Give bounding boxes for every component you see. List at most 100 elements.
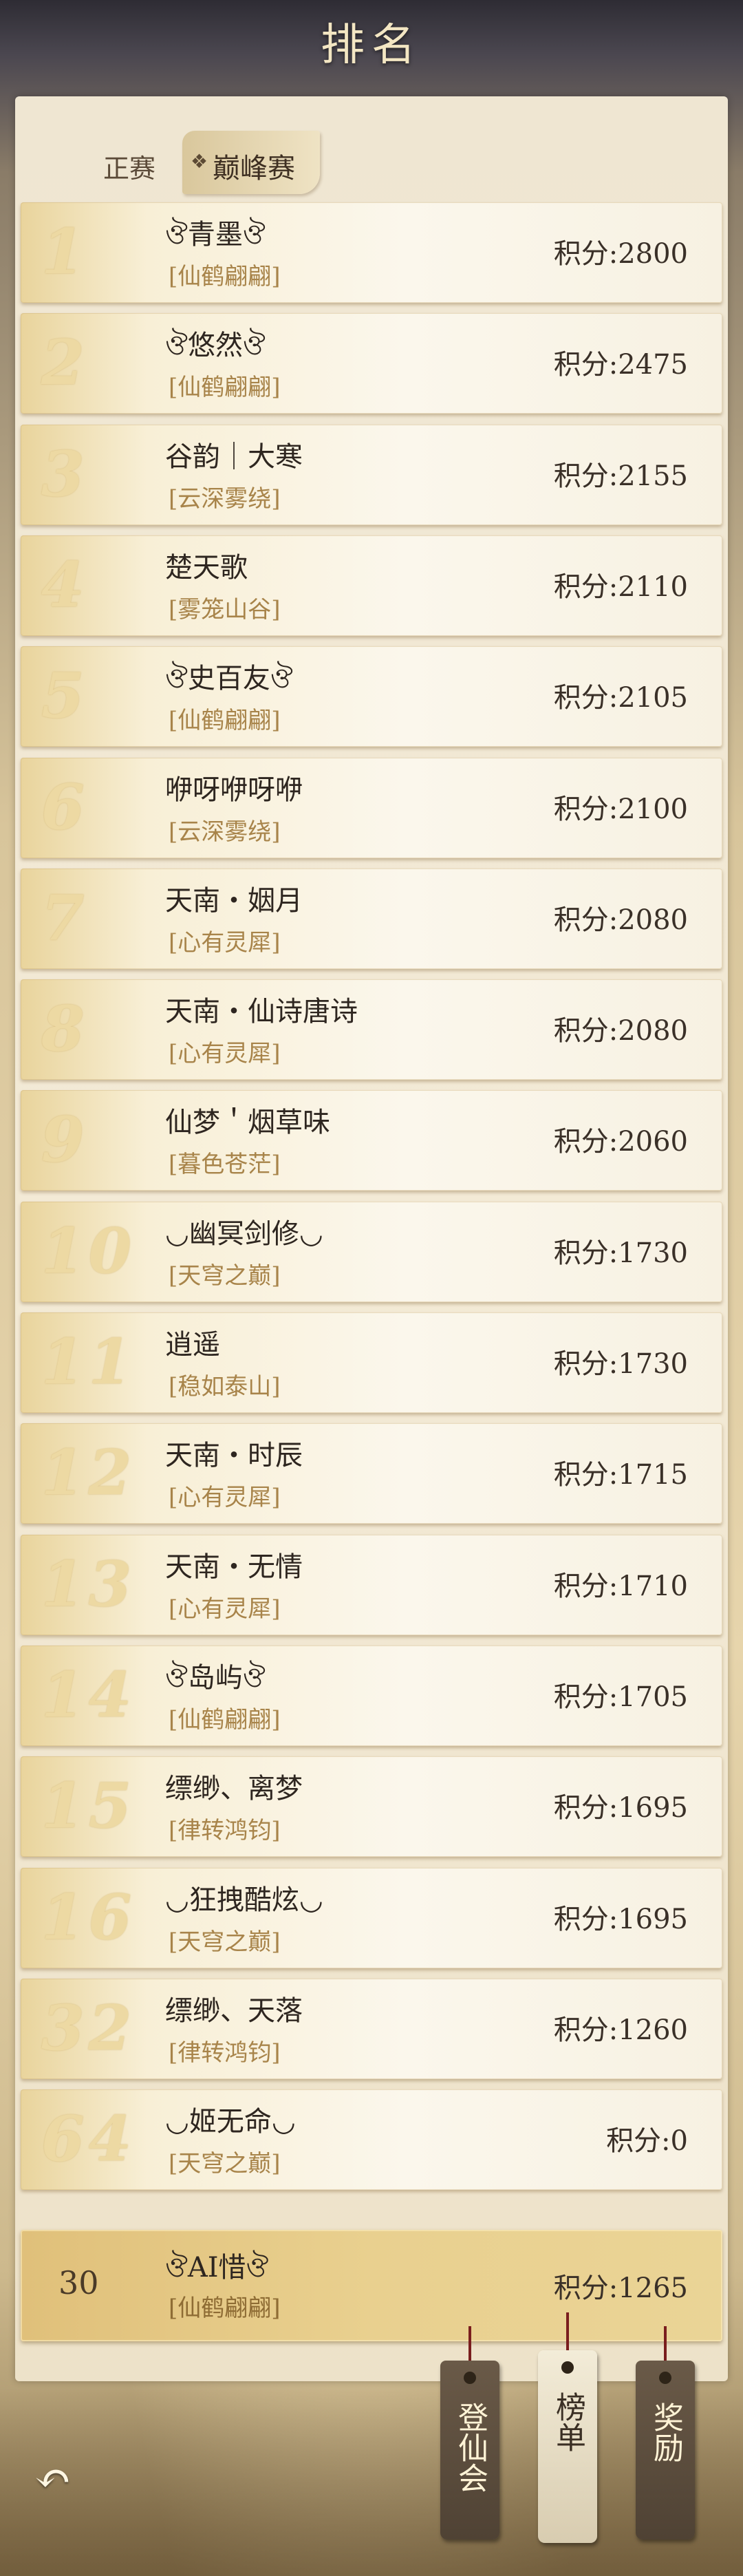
ranking-row[interactable]: 1 ঔ青墨ঔ [仙鹤翩翩] 积分:2800	[21, 202, 722, 303]
player-score: 积分:2060	[553, 1126, 688, 1158]
rank-number: 2	[41, 326, 89, 400]
my-score: 积分:1265	[553, 2272, 688, 2304]
player-name: 天南・仙诗唐诗	[165, 996, 358, 1028]
player-score: 积分:2080	[553, 904, 688, 936]
guild-name: [稳如泰山]	[169, 1373, 281, 1401]
ranking-row[interactable]: 2 ঔ悠然ঔ [仙鹤翩翩] 积分:2475	[21, 313, 722, 414]
guild-name: [仙鹤翩翩]	[169, 707, 281, 735]
page-title: 排名	[321, 20, 422, 71]
rank-number: 13	[41, 1547, 136, 1621]
player-name: 咿呀咿呀咿	[165, 774, 303, 806]
rank-number: 32	[41, 1991, 136, 2065]
guild-name: [天穹之巅]	[169, 1928, 281, 1956]
ranking-row[interactable]: 11 逍遥 [稳如泰山] 积分:1730	[21, 1312, 722, 1413]
ranking-row[interactable]: 8 天南・仙诗唐诗 [心有灵犀] 积分:2080	[21, 979, 722, 1081]
tag-jiangli-label: 奖励	[648, 2402, 683, 2462]
tag-hole	[659, 2372, 671, 2384]
ranking-row[interactable]: 6 咿呀咿呀咿 [云深雾绕] 积分:2100	[21, 757, 722, 858]
ranking-row[interactable]: 12 天南・时辰 [心有灵犀] 积分:1715	[21, 1423, 722, 1524]
guild-name: [律转鸿钧]	[169, 1817, 281, 1845]
player-score: 积分:1705	[553, 1681, 688, 1713]
diamond-icon: ❖	[191, 150, 208, 173]
rank-number: 5	[41, 659, 89, 733]
player-name: 逍遥	[165, 1329, 220, 1361]
ranking-row[interactable]: 16 ◡狂拽酷炫◡ [天穹之巅] 积分:1695	[21, 1867, 722, 1968]
player-score: 积分:1260	[553, 2014, 688, 2046]
player-score: 积分:1730	[553, 1348, 688, 1380]
guild-name: [暮色苍茫]	[169, 1151, 281, 1179]
player-name: 缥缈、天落	[165, 1994, 303, 2027]
player-name: ঔ青墨ঔ	[165, 219, 266, 251]
ranking-row[interactable]: 32 缥缈、天落 [律转鸿钧] 积分:1260	[21, 1978, 722, 2079]
rank-number: 64	[41, 2103, 136, 2176]
back-arrow-icon[interactable]: ↶	[34, 2453, 96, 2509]
guild-name: [心有灵犀]	[169, 928, 281, 957]
guild-name: [天穹之巅]	[169, 2150, 281, 2178]
my-rank-row: 30 ঔAI惜ঔ [仙鹤翩翩] 积分:1265	[21, 2230, 722, 2341]
ranking-row[interactable]: 3 谷韵｜大寒 [云深雾绕] 积分:2155	[21, 424, 722, 525]
tab-peak-label: 巅峰赛	[213, 153, 295, 184]
player-score: 积分:2080	[553, 1015, 688, 1047]
tag-hole	[464, 2372, 476, 2384]
player-score: 积分:2105	[553, 682, 688, 714]
tag-hole	[561, 2361, 574, 2374]
ranking-row[interactable]: 13 天南・无情 [心有灵犀] 积分:1710	[21, 1534, 722, 1635]
rank-number: 9	[41, 1103, 89, 1177]
player-score: 积分:1695	[553, 1903, 688, 1935]
bottom-decoration	[0, 2388, 743, 2576]
guild-name: [心有灵犀]	[169, 1595, 281, 1623]
ranking-row[interactable]: 14 ঔ岛屿ঔ [仙鹤翩翩] 积分:1705	[21, 1645, 722, 1746]
tab-regular[interactable]: 正赛	[103, 147, 155, 185]
tag-bangdan-label: 榜单	[550, 2392, 585, 2452]
rank-number: 7	[41, 881, 89, 955]
player-score: 积分:2800	[553, 238, 688, 270]
rank-number: 14	[41, 1658, 136, 1732]
tag-bangdan[interactable]: 榜单	[538, 2350, 597, 2543]
player-score: 积分:2100	[553, 793, 688, 825]
rank-number: 12	[41, 1436, 136, 1510]
guild-name: [仙鹤翩翩]	[169, 263, 281, 290]
guild-name: [律转鸿钧]	[169, 2039, 281, 2067]
rank-number: 1	[41, 215, 89, 288]
rank-number: 16	[41, 1880, 136, 1954]
player-name: 天南・无情	[165, 1551, 303, 1583]
guild-name: [云深雾绕]	[169, 818, 281, 846]
tag-jiangli[interactable]: 奖励	[636, 2361, 695, 2540]
tag-dengxianhui-label: 登仙会	[453, 2402, 488, 2493]
player-name: ◡狂拽酷炫◡	[165, 1884, 323, 1916]
guild-name: [仙鹤翩翩]	[169, 374, 281, 402]
player-score: 积分:2110	[553, 571, 688, 603]
ranking-row[interactable]: 10 ◡幽冥剑修◡ [天穹之巅] 积分:1730	[21, 1201, 722, 1302]
ranking-row[interactable]: 64 ◡姬无命◡ [天穹之巅] 积分:0	[21, 2089, 722, 2191]
player-name: 缥缈、离梦	[165, 1773, 303, 1805]
tag-dengxianhui[interactable]: 登仙会	[440, 2361, 499, 2540]
guild-name: [仙鹤翩翩]	[169, 1705, 281, 1734]
tab-peak[interactable]: ❖ 巅峰赛	[182, 131, 320, 194]
ranking-row[interactable]: 9 仙梦＇烟草味 [暮色苍茫] 积分:2060	[21, 1090, 722, 1191]
player-name: ঔ岛屿ঔ	[165, 1661, 266, 1694]
guild-name: [天穹之巅]	[169, 1262, 281, 1290]
player-name: ঔ悠然ঔ	[165, 330, 266, 362]
ranking-row[interactable]: 4 楚天歌 [雾笼山谷] 积分:2110	[21, 535, 722, 636]
guild-name: [心有灵犀]	[169, 1484, 281, 1512]
rank-number: 11	[41, 1326, 136, 1398]
ranking-row[interactable]: 5 ঔ史百友ঔ [仙鹤翩翩] 积分:2105	[21, 646, 722, 747]
guild-name: [云深雾绕]	[169, 485, 281, 513]
rank-number: 3	[41, 437, 89, 511]
rank-number: 8	[41, 992, 89, 1066]
player-score: 积分:0	[606, 2125, 688, 2158]
ranking-row[interactable]: 7 天南・姻月 [心有灵犀] 积分:2080	[21, 868, 722, 969]
rank-number: 15	[41, 1769, 136, 1843]
player-name: ◡姬无命◡	[165, 2106, 296, 2138]
player-name: 谷韵｜大寒	[165, 440, 303, 473]
guild-name: [雾笼山谷]	[169, 595, 281, 624]
my-rank: 30	[58, 2264, 99, 2301]
rank-number: 10	[41, 1214, 136, 1288]
rank-number: 4	[41, 548, 89, 621]
my-guild: [仙鹤翩翩]	[169, 2295, 281, 2322]
ranking-row[interactable]: 15 缥缈、离梦 [律转鸿钧] 积分:1695	[21, 1756, 722, 1858]
player-score: 积分:1695	[553, 1792, 688, 1824]
player-name: 楚天歌	[165, 551, 248, 584]
player-score: 积分:1730	[553, 1237, 688, 1269]
my-name: ঔAI惜ঔ	[165, 2252, 269, 2284]
